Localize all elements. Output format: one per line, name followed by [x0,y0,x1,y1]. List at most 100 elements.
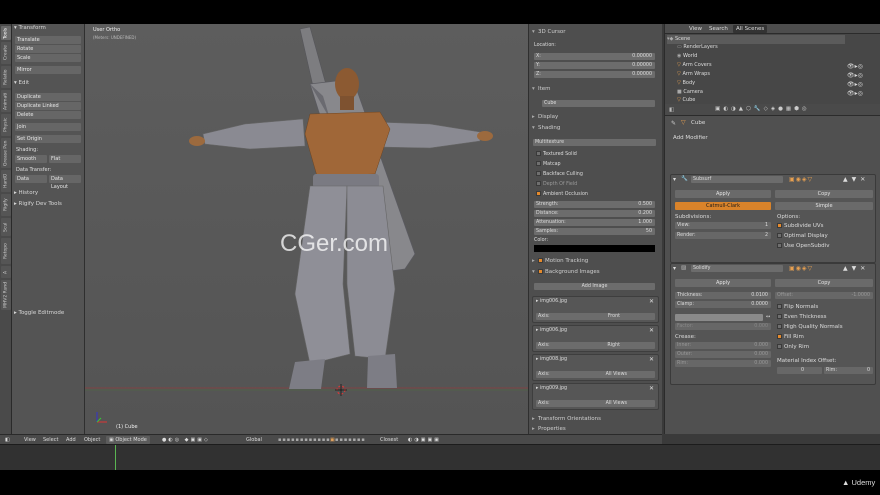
duplicate-linked-button[interactable]: Duplicate Linked [15,102,81,110]
view-levels-field[interactable]: View: 1 [675,222,771,229]
translate-button[interactable]: Translate [15,36,81,44]
backface-checkbox[interactable]: Backface Culling [536,171,583,177]
bg-images-box[interactable] [538,269,543,274]
data-layout-button[interactable]: Data Layout [49,175,81,190]
optimal-display-checkbox[interactable]: Optimal Display [777,233,828,239]
set-origin-button[interactable]: Set Origin [15,135,81,143]
subsurf-name-field[interactable]: Subsurf [691,176,783,183]
dof-checkbox[interactable]: Depth Of Field [536,181,577,187]
vertex-group-field[interactable] [675,314,763,321]
subsurf-apply-button[interactable]: Apply [675,190,771,198]
subdivide-uvs-box[interactable] [777,223,782,228]
mode-select[interactable]: ▣ Object Mode [106,436,150,444]
collapse-icon[interactable]: ▾ [673,176,676,183]
thickness-field[interactable]: Thickness: 0.0100 [675,292,771,299]
3d-viewport[interactable]: User Ortho (Meters: UNDEFINED) CGer.com … [85,24,528,434]
toggle-editmode-header[interactable]: ▸ Toggle Editmode [14,310,64,316]
history-panel-header[interactable]: ▸ History [14,190,38,196]
outliner-row-cube[interactable]: ▽ Cube [667,96,845,104]
outliner-row-renderlayers[interactable]: ▭ RenderLayers [667,43,845,52]
bg-image-item[interactable]: ▸ img006.jpg ✕ Axis: Right [532,325,659,352]
close-icon[interactable]: ✕ [649,327,654,334]
dof-box[interactable] [536,181,541,186]
hq-normals-box[interactable] [777,324,782,329]
display-panel-header[interactable]: ▸ Display [532,113,659,122]
hq-normals-checkbox[interactable]: High Quality Normals [777,324,843,330]
flip-normals-box[interactable] [777,304,782,309]
close-icon[interactable]: ✕ [649,385,654,392]
bg-image-item[interactable]: ▸ img008.jpg ✕ Axis: All Views [532,354,659,381]
tab-retopo[interactable]: Retopo [1,238,11,264]
rim-crease-field[interactable]: Rim: 0.000 [675,360,771,367]
snap-icons[interactable]: ◐◑▣▣▣ [408,436,441,444]
outliner-search-menu[interactable]: Search [709,26,728,32]
modifier-move-icons[interactable]: ▲▼✕ [843,176,869,183]
bg-image-axis-select[interactable]: Axis: Front [536,313,655,320]
textured-solid-box[interactable] [536,151,541,156]
shading-panel-header[interactable]: ▾ Shading [532,124,659,133]
outer-field[interactable]: Outer: 0.000 [675,351,771,358]
optimal-display-box[interactable] [777,233,782,238]
view-menu[interactable]: View [24,436,36,444]
visibility-icons[interactable]: 👁▸◎ 👁▸◎ 👁▸◎ 👁▸◎ [847,62,863,98]
modifier-move-icons[interactable]: ▲▼✕ [843,265,869,272]
tab-tools[interactable]: Tools [1,26,11,40]
invert-icon[interactable]: ↔ [766,314,770,320]
ao-checkbox[interactable]: Ambient Occlusion [536,191,588,197]
factor-field[interactable]: Factor: 0.000 [675,323,771,330]
layer-buttons[interactable]: ▪▪▪▪▪▪▪▪▪▪▪▪▪▪▪▪▪▪▪▪ [278,436,366,444]
solidify-copy-button[interactable]: Copy [775,279,873,287]
motion-tracking-header[interactable]: ▸ Motion Tracking [532,257,659,266]
render-levels-field[interactable]: Render: 2 [675,232,771,239]
attenuation-field[interactable]: Attenuation: 1.000 [534,219,655,226]
bg-images-header[interactable]: ▾ Background Images [532,268,659,277]
tab-rigify[interactable]: Rigify [1,194,11,216]
collapse-icon[interactable]: ▾ [673,265,676,272]
properties-header[interactable]: ▸ Properties [532,425,659,434]
samples-field[interactable]: Samples: 50 [534,228,655,235]
ao-box[interactable] [536,191,541,196]
outliner-row-body[interactable]: ▽ Body [667,79,845,88]
opensubdiv-checkbox[interactable]: Use OpenSubdiv [777,243,829,249]
only-rim-checkbox[interactable]: Only Rim [777,344,809,350]
tab-animation[interactable]: Animati [1,90,11,112]
clamp-field[interactable]: Clamp: 0.0000 [675,301,771,308]
add-menu[interactable]: Add [66,436,76,444]
context-icons[interactable]: ▣◐◑▲⬡🔧◇◈●▦⬢◎ [715,106,810,112]
transform-panel-header[interactable]: ▾ Transform [14,25,46,31]
display-mode-select[interactable]: All Scenes [733,25,768,33]
close-icon[interactable]: ✕ [649,298,654,305]
edit-panel-header[interactable]: ▾ Edit [14,80,29,86]
bg-image-item[interactable]: ▸ img006.jpg ✕ Axis: Front [532,296,659,323]
editor-type-icon[interactable]: ◧ [5,436,10,444]
only-rim-box[interactable] [777,344,782,349]
tab-physics[interactable]: Physic [1,114,11,136]
inner-field[interactable]: Inner: 0.000 [675,342,771,349]
strength-field[interactable]: Strength: 0.500 [534,201,655,208]
outliner-row-arm-covers[interactable]: ▽ Arm Covers [667,61,845,70]
rim-material-field[interactable]: Rim: 0 [824,367,873,374]
solidify-name-field[interactable]: Solidify [691,265,783,272]
smooth-button[interactable]: Smooth [15,155,47,163]
material-offset-field[interactable]: 0 [777,367,822,374]
item-panel-header[interactable]: ▾ Item [532,85,659,94]
matcap-checkbox[interactable]: Matcap [536,161,561,167]
duplicate-button[interactable]: Duplicate [15,93,81,101]
transform-orientations-header[interactable]: ▸ Transform Orientations [532,415,659,424]
orientation-select[interactable]: Global [246,436,262,444]
scale-button[interactable]: Scale [15,54,81,62]
bg-image-item[interactable]: ▸ img009.jpg ✕ Axis: All Views [532,383,659,410]
bg-image-axis-select[interactable]: Axis: All Views [536,400,655,407]
catmull-clark-button[interactable]: Catmull-Clark [675,202,771,210]
delete-button[interactable]: Delete [15,111,81,119]
solidify-apply-button[interactable]: Apply [675,279,771,287]
cursor-z-field[interactable]: Z: 0.00000 [534,71,655,78]
character-model[interactable] [85,24,528,434]
even-thickness-box[interactable] [777,314,782,319]
close-icon[interactable]: ✕ [649,356,654,363]
tab-grease-pencil[interactable]: Grease Pen [1,138,11,168]
textured-solid-checkbox[interactable]: Textured Solid [536,151,577,157]
bg-image-axis-select[interactable]: Axis: Right [536,342,655,349]
bg-image-axis-select[interactable]: Axis: All Views [536,371,655,378]
backface-box[interactable] [536,171,541,176]
